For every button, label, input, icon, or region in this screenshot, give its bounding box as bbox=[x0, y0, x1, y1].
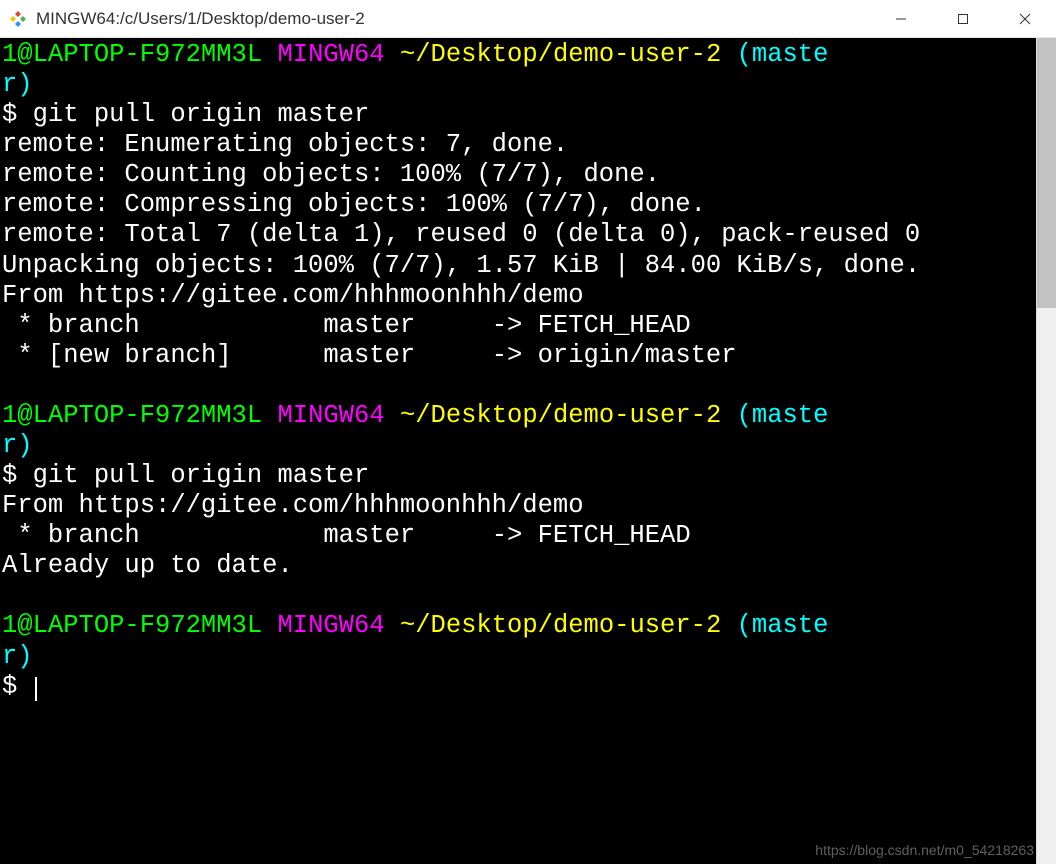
close-button[interactable] bbox=[994, 0, 1056, 37]
window-title: MINGW64:/c/Users/1/Desktop/demo-user-2 bbox=[36, 9, 870, 29]
prompt-dollar: $ bbox=[2, 100, 33, 129]
output-line: Unpacking objects: 100% (7/7), 1.57 KiB … bbox=[2, 251, 920, 280]
prompt-userhost: 1@LAPTOP-F972MM3L bbox=[2, 40, 262, 69]
watermark-text: https://blog.csdn.net/m0_54218263 bbox=[815, 842, 1034, 858]
command-text: git pull origin master bbox=[33, 100, 370, 129]
prompt-dollar: $ bbox=[2, 672, 33, 701]
prompt-shell: MINGW64 bbox=[277, 401, 384, 430]
output-line: From https://gitee.com/hhhmoonhhh/demo bbox=[2, 281, 584, 310]
maximize-button[interactable] bbox=[932, 0, 994, 37]
output-line: * branch master -> FETCH_HEAD bbox=[2, 311, 691, 340]
output-line: From https://gitee.com/hhhmoonhhh/demo bbox=[2, 491, 584, 520]
prompt-dollar: $ bbox=[2, 461, 33, 490]
prompt-branch-close: r) bbox=[2, 70, 33, 99]
prompt-branch: (maste bbox=[737, 40, 829, 69]
prompt-userhost: 1@LAPTOP-F972MM3L bbox=[2, 611, 262, 640]
output-line: remote: Compressing objects: 100% (7/7),… bbox=[2, 190, 706, 219]
app-icon bbox=[8, 9, 28, 29]
command-text: git pull origin master bbox=[33, 461, 370, 490]
output-line: remote: Total 7 (delta 1), reused 0 (del… bbox=[2, 220, 920, 249]
output-line: remote: Enumerating objects: 7, done. bbox=[2, 130, 568, 159]
minimize-button[interactable] bbox=[870, 0, 932, 37]
window-titlebar: MINGW64:/c/Users/1/Desktop/demo-user-2 bbox=[0, 0, 1056, 38]
prompt-shell: MINGW64 bbox=[277, 611, 384, 640]
prompt-path-tilde: ~ bbox=[400, 40, 415, 69]
prompt-path: /Desktop/demo-user-2 bbox=[415, 401, 721, 430]
scrollbar-thumb[interactable] bbox=[1037, 38, 1056, 308]
prompt-branch-close: r) bbox=[2, 431, 33, 460]
prompt-path-tilde: ~ bbox=[400, 611, 415, 640]
prompt-branch-close: r) bbox=[2, 642, 33, 671]
scrollbar-track[interactable] bbox=[1036, 38, 1056, 864]
prompt-path: /Desktop/demo-user-2 bbox=[415, 611, 721, 640]
window-controls bbox=[870, 0, 1056, 37]
prompt-branch: (maste bbox=[737, 401, 829, 430]
terminal-cursor bbox=[35, 677, 37, 701]
prompt-branch: (maste bbox=[737, 611, 829, 640]
prompt-path-tilde: ~ bbox=[400, 401, 415, 430]
output-line: * [new branch] master -> origin/master bbox=[2, 341, 737, 370]
prompt-shell: MINGW64 bbox=[277, 40, 384, 69]
prompt-userhost: 1@LAPTOP-F972MM3L bbox=[2, 401, 262, 430]
terminal-content[interactable]: 1@LAPTOP-F972MM3L MINGW64 ~/Desktop/demo… bbox=[0, 38, 1036, 864]
prompt-path: /Desktop/demo-user-2 bbox=[415, 40, 721, 69]
output-line: remote: Counting objects: 100% (7/7), do… bbox=[2, 160, 660, 189]
output-line: Already up to date. bbox=[2, 551, 293, 580]
output-line: * branch master -> FETCH_HEAD bbox=[2, 521, 691, 550]
